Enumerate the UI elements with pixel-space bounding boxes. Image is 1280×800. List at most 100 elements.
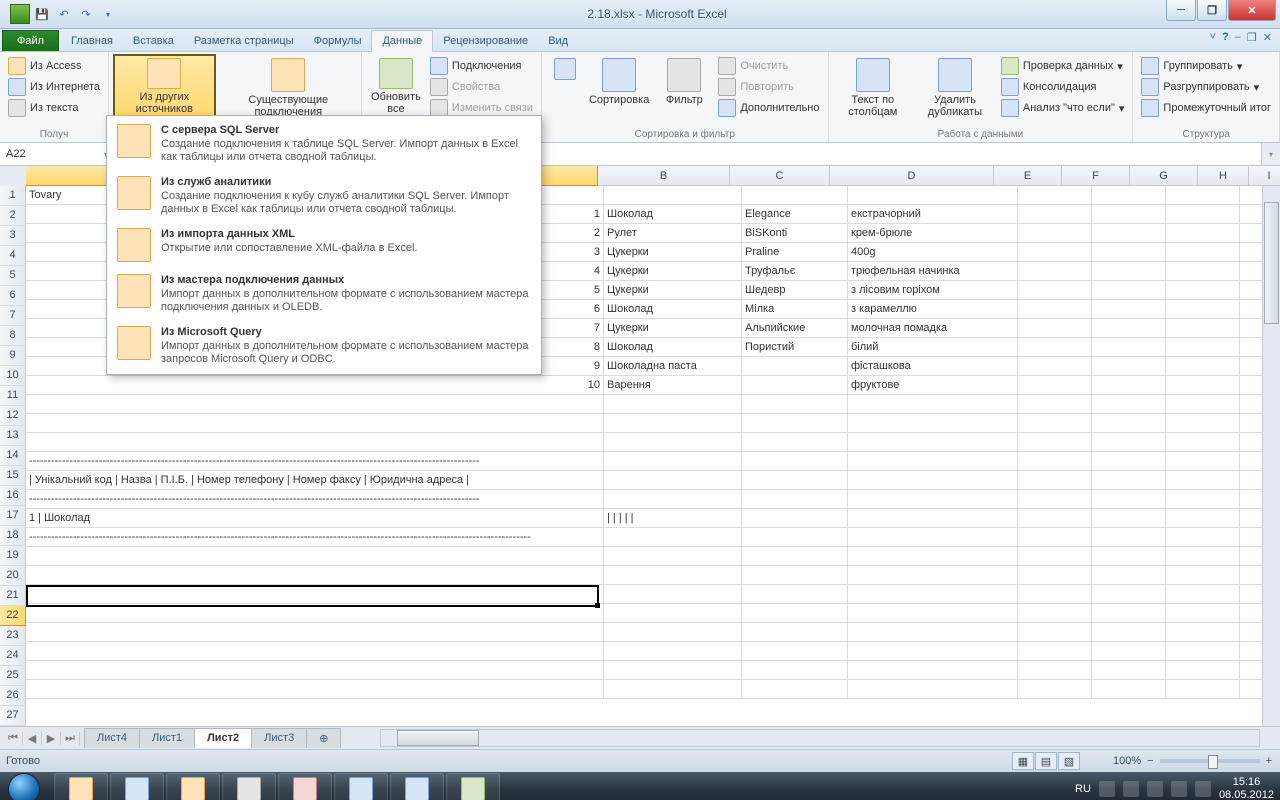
- group-rows-button[interactable]: Группировать ▾: [1137, 56, 1275, 76]
- tray-icon[interactable]: [1123, 781, 1139, 797]
- col-header-E[interactable]: E: [994, 166, 1062, 186]
- cell[interactable]: [26, 604, 604, 623]
- cell[interactable]: [1092, 680, 1166, 699]
- cell[interactable]: [1092, 471, 1166, 490]
- cell[interactable]: [1018, 281, 1092, 300]
- cell[interactable]: [26, 414, 604, 433]
- cell[interactable]: [848, 509, 1018, 528]
- cell[interactable]: [1166, 585, 1240, 604]
- cell[interactable]: білий: [848, 338, 1018, 357]
- properties-button[interactable]: Свойства: [426, 77, 537, 97]
- row-header-24[interactable]: 24: [0, 646, 26, 666]
- cell[interactable]: [604, 642, 742, 661]
- tab-Рецензирование[interactable]: Рецензирование: [433, 31, 538, 51]
- row-header-6[interactable]: 6: [0, 286, 26, 306]
- cell[interactable]: [1092, 205, 1166, 224]
- cell[interactable]: [1092, 186, 1166, 205]
- cell[interactable]: [1018, 661, 1092, 680]
- cell[interactable]: 10: [26, 376, 604, 395]
- cell[interactable]: [1166, 395, 1240, 414]
- cell[interactable]: [1092, 262, 1166, 281]
- cell[interactable]: [1092, 547, 1166, 566]
- cell[interactable]: Цукерки: [604, 281, 742, 300]
- expand-formula-icon[interactable]: ▾: [1261, 143, 1280, 165]
- cell[interactable]: [742, 395, 848, 414]
- row-header-12[interactable]: 12: [0, 406, 26, 426]
- cell[interactable]: з карамеллю: [848, 300, 1018, 319]
- cell[interactable]: [604, 186, 742, 205]
- cell[interactable]: [604, 623, 742, 642]
- cell[interactable]: [742, 623, 848, 642]
- cell[interactable]: [26, 661, 604, 680]
- col-header-I[interactable]: I: [1249, 166, 1280, 186]
- zoom-slider[interactable]: [1160, 759, 1260, 763]
- col-header-H[interactable]: H: [1198, 166, 1249, 186]
- cell[interactable]: [1018, 319, 1092, 338]
- cell[interactable]: [1092, 300, 1166, 319]
- cell[interactable]: [1166, 243, 1240, 262]
- cell[interactable]: [604, 547, 742, 566]
- cell[interactable]: Труфальє: [742, 262, 848, 281]
- cell[interactable]: [1092, 642, 1166, 661]
- cell[interactable]: [1018, 262, 1092, 281]
- cell[interactable]: [1092, 243, 1166, 262]
- maximize-button[interactable]: ❐: [1197, 0, 1227, 21]
- cell[interactable]: [848, 395, 1018, 414]
- cell[interactable]: Шоколад: [604, 300, 742, 319]
- cell[interactable]: [742, 566, 848, 585]
- cell[interactable]: [1092, 509, 1166, 528]
- row-header-17[interactable]: 17: [0, 506, 26, 526]
- cell[interactable]: [1166, 376, 1240, 395]
- cell[interactable]: [848, 680, 1018, 699]
- cell[interactable]: [1092, 357, 1166, 376]
- row-header-10[interactable]: 10: [0, 366, 26, 386]
- cell[interactable]: [742, 490, 848, 509]
- cell[interactable]: трюфельная начинка: [848, 262, 1018, 281]
- cell[interactable]: [1166, 262, 1240, 281]
- cell[interactable]: [848, 604, 1018, 623]
- mdi-minimize-icon[interactable]: –: [1235, 31, 1241, 44]
- cell[interactable]: [1166, 604, 1240, 623]
- cell[interactable]: ----------------------------------------…: [26, 490, 604, 509]
- cell[interactable]: [1166, 452, 1240, 471]
- cell[interactable]: | | | | |: [604, 509, 742, 528]
- cell[interactable]: фісташкова: [848, 357, 1018, 376]
- cell[interactable]: [1166, 566, 1240, 585]
- cell[interactable]: Praline: [742, 243, 848, 262]
- sheet-tab-Лист1[interactable]: Лист1: [139, 728, 195, 748]
- tab-Разметка страницы[interactable]: Разметка страницы: [184, 31, 304, 51]
- cell[interactable]: [1018, 585, 1092, 604]
- cell[interactable]: [1018, 205, 1092, 224]
- cell[interactable]: [1166, 414, 1240, 433]
- row-header-3[interactable]: 3: [0, 226, 26, 246]
- cell[interactable]: [1092, 452, 1166, 471]
- dropdown-item[interactable]: Из Microsoft QueryИмпорт данных в дополн…: [109, 320, 539, 372]
- cell[interactable]: [1092, 604, 1166, 623]
- row-header-9[interactable]: 9: [0, 346, 26, 366]
- cell[interactable]: Пористий: [742, 338, 848, 357]
- cell[interactable]: [1166, 357, 1240, 376]
- row-header-13[interactable]: 13: [0, 426, 26, 446]
- cell[interactable]: Рулет: [604, 224, 742, 243]
- consolidate-button[interactable]: Консолидация: [997, 77, 1129, 97]
- mdi-close-icon[interactable]: ✕: [1263, 31, 1272, 44]
- cell[interactable]: [1018, 376, 1092, 395]
- sheet-tab-Лист2[interactable]: Лист2: [194, 728, 252, 748]
- name-box[interactable]: A22: [0, 143, 113, 165]
- cell[interactable]: [26, 566, 604, 585]
- view-pagebreak-icon[interactable]: ▧: [1058, 752, 1080, 770]
- subtotal-button[interactable]: Промежуточный итог: [1137, 98, 1275, 118]
- row-header-2[interactable]: 2: [0, 206, 26, 226]
- row-header-25[interactable]: 25: [0, 666, 26, 686]
- cell[interactable]: [1166, 281, 1240, 300]
- cell[interactable]: [848, 414, 1018, 433]
- cell[interactable]: [1018, 566, 1092, 585]
- cell[interactable]: [1018, 300, 1092, 319]
- taskbar-excel[interactable]: [446, 773, 500, 800]
- row-header-4[interactable]: 4: [0, 246, 26, 266]
- cell[interactable]: [742, 509, 848, 528]
- cell[interactable]: [1092, 414, 1166, 433]
- cell[interactable]: [1166, 509, 1240, 528]
- cell[interactable]: [742, 661, 848, 680]
- row-header-19[interactable]: 19: [0, 546, 26, 566]
